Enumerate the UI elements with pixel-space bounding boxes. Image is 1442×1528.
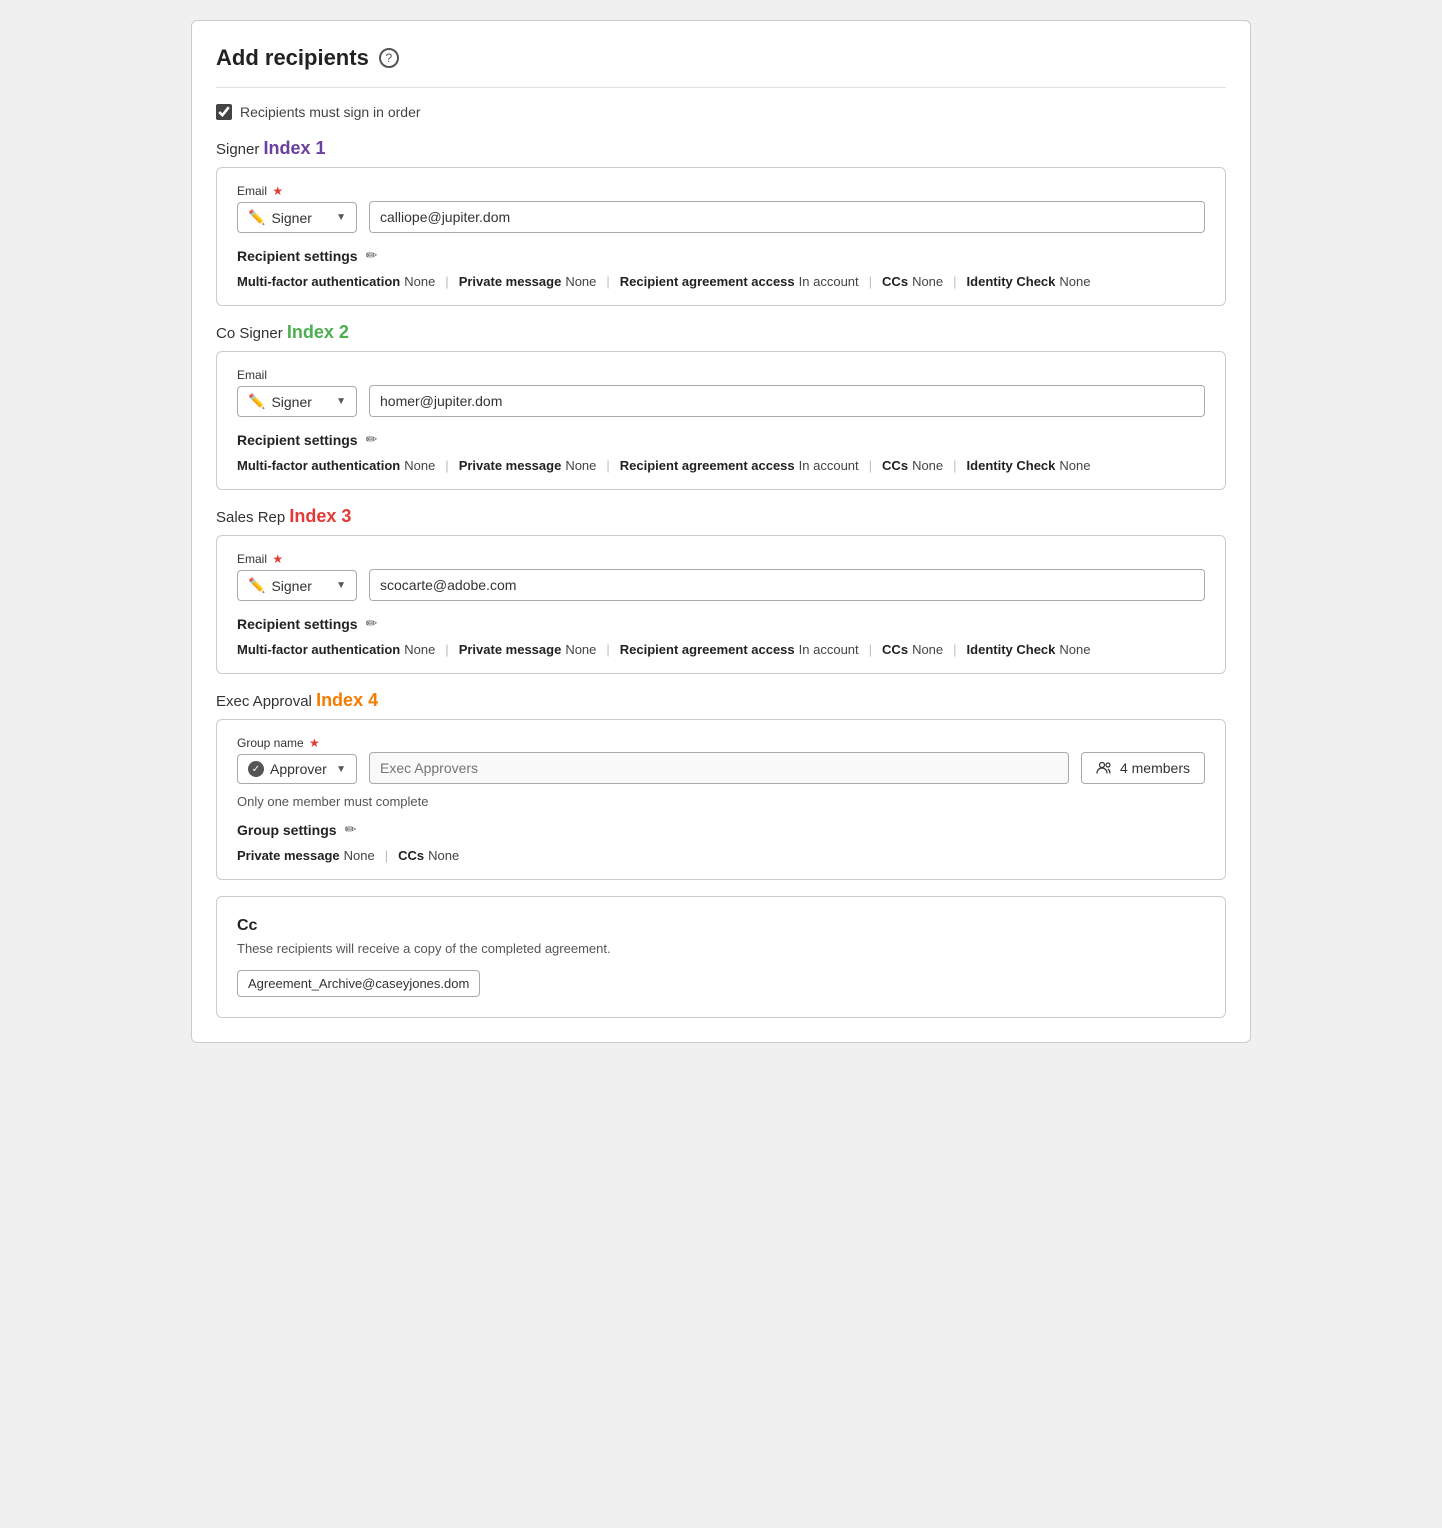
recipient-2-email-label: Email — [237, 368, 357, 382]
recipient-2-agreement-access: Recipient agreement access In account — [620, 458, 859, 473]
chevron-down-icon-2: ▼ — [336, 396, 346, 407]
recipient-section-3: Sales Rep Index 3 Email ★ ✏️ Signer ▼ — [216, 506, 1226, 674]
recipient-3-email-input[interactable] — [369, 569, 1205, 601]
recipient-1-agreement-access: Recipient agreement access In account — [620, 274, 859, 289]
recipient-4-group-name-input[interactable] — [369, 752, 1069, 784]
recipient-3-mfa: Multi-factor authentication None — [237, 642, 435, 657]
recipient-3-private-message: Private message None — [459, 642, 597, 657]
recipient-1-email-input[interactable] — [369, 201, 1205, 233]
page-title: Add recipients — [216, 45, 369, 71]
signer-icon-2: ✏️ — [248, 393, 265, 410]
page-container: Add recipients ? Recipients must sign in… — [191, 20, 1251, 1043]
page-header: Add recipients ? — [216, 45, 1226, 88]
recipient-3-required-star: ★ — [272, 552, 283, 566]
recipient-1-identity-check: Identity Check None — [967, 274, 1091, 289]
recipient-1-card: Email ★ ✏️ Signer ▼ Recipient settings ✏ — [216, 167, 1226, 306]
approver-icon: ✓ — [248, 761, 264, 777]
recipient-3-prefix: Sales Rep — [216, 509, 285, 526]
recipient-4-header: Exec Approval Index 4 — [216, 690, 1226, 711]
recipient-1-required-star: ★ — [272, 184, 283, 198]
cc-email-chip[interactable]: Agreement_Archive@caseyjones.dom — [237, 970, 480, 997]
recipient-3-email-label: Email ★ — [237, 552, 357, 566]
recipient-4-group-name-row: Group name ★ ✓ Approver ▼ — [237, 736, 1205, 784]
recipient-2-email-input[interactable] — [369, 385, 1205, 417]
recipient-3-card: Email ★ ✏️ Signer ▼ Recipient settings ✏ — [216, 535, 1226, 674]
recipient-3-index: Index 3 — [289, 506, 351, 526]
recipient-4-ccs: CCs None — [398, 848, 459, 863]
recipient-3-identity-check: Identity Check None — [967, 642, 1091, 657]
recipient-3-email-row: Email ★ ✏️ Signer ▼ — [237, 552, 1205, 601]
recipient-3-agreement-access: Recipient agreement access In account — [620, 642, 859, 657]
recipient-2-settings-label: Recipient settings — [237, 432, 358, 448]
recipient-2-settings-row: Recipient settings ✏ — [237, 431, 1205, 448]
recipient-1-settings-row: Recipient settings ✏ — [237, 247, 1205, 264]
recipient-4-index: Index 4 — [316, 690, 378, 710]
recipient-1-settings-label: Recipient settings — [237, 248, 358, 264]
recipient-2-email-row: Email ✏️ Signer ▼ — [237, 368, 1205, 417]
recipient-1-prefix: Signer — [216, 141, 259, 158]
recipient-2-prefix: Co Signer — [216, 325, 283, 342]
recipient-3-settings-details: Multi-factor authentication None | Priva… — [237, 642, 1205, 657]
recipient-4-role: Approver — [270, 761, 327, 777]
recipient-4-settings-details: Private message None | CCs None — [237, 848, 1205, 863]
cc-section: Cc These recipients will receive a copy … — [216, 896, 1226, 1018]
recipient-2-settings-details: Multi-factor authentication None | Priva… — [237, 458, 1205, 473]
recipient-3-header: Sales Rep Index 3 — [216, 506, 1226, 527]
recipient-4-edit-icon[interactable]: ✏ — [345, 821, 357, 838]
chevron-down-icon-3: ▼ — [336, 580, 346, 591]
sign-in-order-row: Recipients must sign in order — [216, 104, 1226, 120]
recipient-1-settings-details: Multi-factor authentication None | Priva… — [237, 274, 1205, 289]
members-icon — [1096, 760, 1112, 776]
recipient-4-required-star: ★ — [309, 736, 320, 750]
recipient-section-1: Signer Index 1 Email ★ ✏️ Signer ▼ — [216, 138, 1226, 306]
help-icon[interactable]: ? — [379, 48, 399, 68]
recipient-1-header: Signer Index 1 — [216, 138, 1226, 159]
cc-title: Cc — [237, 917, 1205, 935]
recipient-1-email-row: Email ★ ✏️ Signer ▼ — [237, 184, 1205, 233]
recipient-2-identity-check: Identity Check None — [967, 458, 1091, 473]
recipient-2-private-message: Private message None — [459, 458, 597, 473]
members-count: 4 members — [1120, 760, 1190, 776]
recipient-2-ccs: CCs None — [882, 458, 943, 473]
recipient-2-mfa: Multi-factor authentication None — [237, 458, 435, 473]
recipient-1-edit-icon[interactable]: ✏ — [366, 247, 378, 264]
recipient-1-private-message: Private message None — [459, 274, 597, 289]
recipient-2-edit-icon[interactable]: ✏ — [366, 431, 378, 448]
recipient-3-role-select[interactable]: ✏️ Signer ▼ — [237, 570, 357, 601]
recipient-3-ccs: CCs None — [882, 642, 943, 657]
signer-icon-3: ✏️ — [248, 577, 265, 594]
sign-in-order-label: Recipients must sign in order — [240, 104, 421, 120]
recipient-2-card: Email ✏️ Signer ▼ Recipient settings ✏ M… — [216, 351, 1226, 490]
recipient-2-role: Signer — [271, 394, 311, 410]
recipient-1-ccs: CCs None — [882, 274, 943, 289]
chevron-down-icon-4: ▼ — [336, 764, 346, 775]
cc-description: These recipients will receive a copy of … — [237, 941, 1205, 956]
recipient-2-role-select[interactable]: ✏️ Signer ▼ — [237, 386, 357, 417]
recipient-3-edit-icon[interactable]: ✏ — [366, 615, 378, 632]
recipient-4-private-message: Private message None — [237, 848, 375, 863]
recipient-1-mfa: Multi-factor authentication None — [237, 274, 435, 289]
recipient-2-index: Index 2 — [287, 322, 349, 342]
recipient-1-role-select[interactable]: ✏️ Signer ▼ — [237, 202, 357, 233]
sign-in-order-checkbox[interactable] — [216, 104, 232, 120]
recipient-3-settings-row: Recipient settings ✏ — [237, 615, 1205, 632]
recipient-1-role: Signer — [271, 210, 311, 226]
only-one-text: Only one member must complete — [237, 794, 1205, 809]
recipient-1-email-label: Email ★ — [237, 184, 357, 198]
recipient-4-settings-row: Group settings ✏ — [237, 821, 1205, 838]
recipient-4-prefix: Exec Approval — [216, 693, 312, 710]
signer-icon-1: ✏️ — [248, 209, 265, 226]
recipient-1-index: Index 1 — [264, 138, 326, 158]
recipient-3-settings-label: Recipient settings — [237, 616, 358, 632]
recipient-4-group-name-label: Group name ★ — [237, 736, 357, 750]
recipient-2-header: Co Signer Index 2 — [216, 322, 1226, 343]
chevron-down-icon-1: ▼ — [336, 212, 346, 223]
recipient-section-2: Co Signer Index 2 Email ✏️ Signer ▼ — [216, 322, 1226, 490]
recipient-4-card: Group name ★ ✓ Approver ▼ — [216, 719, 1226, 880]
recipient-3-role: Signer — [271, 578, 311, 594]
members-button[interactable]: 4 members — [1081, 752, 1205, 784]
recipient-4-role-select[interactable]: ✓ Approver ▼ — [237, 754, 357, 784]
recipient-4-settings-label: Group settings — [237, 822, 337, 838]
recipient-section-4: Exec Approval Index 4 Group name ★ ✓ App… — [216, 690, 1226, 880]
